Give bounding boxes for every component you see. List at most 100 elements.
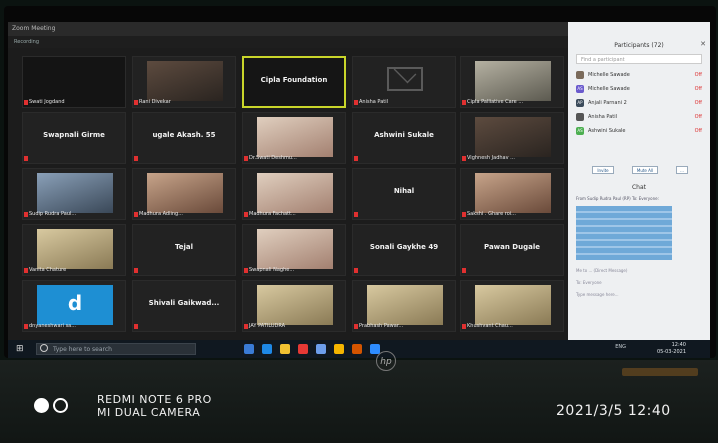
participant-tile[interactable]: Nihal <box>352 168 456 220</box>
participant-tile[interactable]: Madhura Adling... <box>132 168 236 220</box>
participant-tile[interactable]: Dr.Swati Deshmu... <box>242 112 346 164</box>
participant-name: Madhura Fachatt... <box>249 211 296 217</box>
participant-tile[interactable]: ugale Akash. 55 <box>132 112 236 164</box>
participant-tile[interactable]: Sakshi . Ghare roi... <box>460 168 564 220</box>
store-icon[interactable] <box>316 344 326 354</box>
participant-name: Swapnali Naghe... <box>249 267 295 273</box>
muted-mic-icon <box>134 268 138 273</box>
participant-row[interactable]: Michelle Sawade Off <box>576 70 706 80</box>
participant-tile[interactable]: Anisha Patil <box>352 56 456 108</box>
search-icon <box>40 344 48 352</box>
tray-language[interactable]: ENG <box>615 344 626 350</box>
muted-mic-icon <box>244 268 248 273</box>
participant-tile[interactable]: d dnyaneshwari sa... <box>22 280 126 332</box>
participant-tile[interactable]: Madhura Fachatt... <box>242 168 346 220</box>
mute-all-button[interactable]: Mute All <box>632 166 658 174</box>
envelope-icon <box>387 67 423 91</box>
more-button[interactable]: ... <box>676 166 688 174</box>
file-explorer-icon[interactable] <box>280 344 290 354</box>
participant-tile[interactable]: Shivali Gaikwad... <box>132 280 236 332</box>
taskbar-clock[interactable]: 12:40 05-03-2021 <box>657 342 686 356</box>
invite-button[interactable]: Invite <box>592 166 614 174</box>
chat-to-selector[interactable]: To: Everyone <box>576 280 602 285</box>
participant-video: d <box>37 285 113 325</box>
muted-mic-icon <box>24 324 28 329</box>
avatar-letter: d <box>67 291 83 315</box>
participant-tile[interactable]: Cipla Palliative Care ... <box>460 56 564 108</box>
windows-taskbar: ⊞ Type here to search ENG 12:40 05-03-20… <box>8 340 710 358</box>
mic-video-status-icon[interactable]: Off <box>695 112 702 122</box>
mic-video-status-icon[interactable]: Off <box>695 84 702 94</box>
participant-name: Pawan Dugale <box>484 243 540 251</box>
app-icon[interactable] <box>352 344 362 354</box>
mic-video-status-icon[interactable]: Off <box>695 70 702 80</box>
chat-input[interactable]: Type message here... <box>576 292 619 297</box>
taskbar-search-input[interactable]: Type here to search <box>36 343 196 355</box>
participant-row-name: Anisha Patil <box>588 114 617 120</box>
participant-tile[interactable]: Vanita Chature <box>22 224 126 276</box>
participant-tile[interactable]: Sudip Rudra Paul... <box>22 168 126 220</box>
laptop-screen: Zoom Meeting Recording Swati Jogdand Rani… <box>8 22 710 358</box>
participant-row[interactable]: Anisha Patil Off <box>576 112 706 122</box>
participant-tile[interactable]: Tejal <box>132 224 236 276</box>
avatar: AP <box>576 99 584 107</box>
watermark-dot-filled <box>34 398 49 413</box>
participant-row[interactable]: AS Ashwini Sukale Off <box>576 126 706 136</box>
participant-video <box>147 173 223 213</box>
participant-name: Sakshi . Ghare roi... <box>467 211 516 217</box>
mail-icon[interactable] <box>298 344 308 354</box>
participant-name: Khushvant Chau... <box>467 323 513 329</box>
muted-mic-icon <box>24 268 28 273</box>
participant-tile[interactable]: Swapnali Naghe... <box>242 224 346 276</box>
close-icon[interactable]: ✕ <box>700 40 706 48</box>
muted-mic-icon <box>24 156 28 161</box>
participant-video <box>257 173 333 213</box>
participant-video <box>147 61 223 101</box>
windows-start-icon[interactable]: ⊞ <box>16 344 26 354</box>
muted-mic-icon <box>462 212 466 217</box>
participant-search-input[interactable]: Find a participant <box>576 54 702 64</box>
participant-name: Rani Divekar <box>139 99 171 105</box>
participant-row-name: Michelle Sawade <box>588 86 630 92</box>
edge-icon[interactable] <box>262 344 272 354</box>
participant-name: Tejal <box>174 243 194 251</box>
participant-video <box>367 285 443 325</box>
participant-name: Sudip Rudra Paul... <box>29 211 77 217</box>
chrome-icon[interactable] <box>334 344 344 354</box>
participant-tile[interactable]: Ashwini Sukale <box>352 112 456 164</box>
participant-tile[interactable]: Sonali Gaykhe 49 <box>352 224 456 276</box>
participant-tile[interactable]: Swati Jogdand <box>22 56 126 108</box>
participant-video <box>475 117 551 157</box>
chat-line: Me to ... (Direct Message) <box>576 268 628 273</box>
muted-mic-icon <box>354 100 358 105</box>
avatar <box>576 71 584 79</box>
participant-row[interactable]: AP Anjali Parnani 2 Off <box>576 98 706 108</box>
participant-name: JAY PATILUDRA <box>249 323 286 329</box>
zoom-title-bar: Zoom Meeting <box>8 22 572 36</box>
participant-tile[interactable]: Prabhash Pawar... <box>352 280 456 332</box>
participant-tile[interactable]: Swapnali Girme <box>22 112 126 164</box>
muted-mic-icon <box>244 212 248 217</box>
participant-name: Sonali Gaykhe 49 <box>369 243 439 251</box>
participant-row-name: Anjali Parnani 2 <box>588 100 627 106</box>
participant-tile[interactable]: JAY PATILUDRA <box>242 280 346 332</box>
task-view-icon[interactable] <box>244 344 254 354</box>
participant-row[interactable]: AS Michelle Sawade Off <box>576 84 706 94</box>
participant-name: ugale Akash. 55 <box>152 131 216 139</box>
participant-tile[interactable]: Vighnesh Jadhav ... <box>460 112 564 164</box>
participant-name: Vighnesh Jadhav ... <box>467 155 515 161</box>
participants-title: Participants (72) <box>614 42 664 49</box>
participant-tile[interactable]: Rani Divekar <box>132 56 236 108</box>
participant-video <box>475 285 551 325</box>
mic-video-status-icon[interactable]: Off <box>695 98 702 108</box>
light-reflection <box>622 368 698 376</box>
mic-video-status-icon[interactable]: Off <box>695 126 702 136</box>
participant-tile[interactable]: Cipla Foundation <box>242 56 346 108</box>
chat-message-selected[interactable] <box>576 206 672 260</box>
participants-panel: Participants (72) ✕ Find a participant M… <box>568 22 710 340</box>
participant-video <box>257 117 333 157</box>
participant-tile[interactable]: Pawan Dugale <box>460 224 564 276</box>
participant-video <box>475 61 551 101</box>
participant-tile[interactable]: Khushvant Chau... <box>460 280 564 332</box>
participant-name: Shivali Gaikwad... <box>148 299 220 307</box>
